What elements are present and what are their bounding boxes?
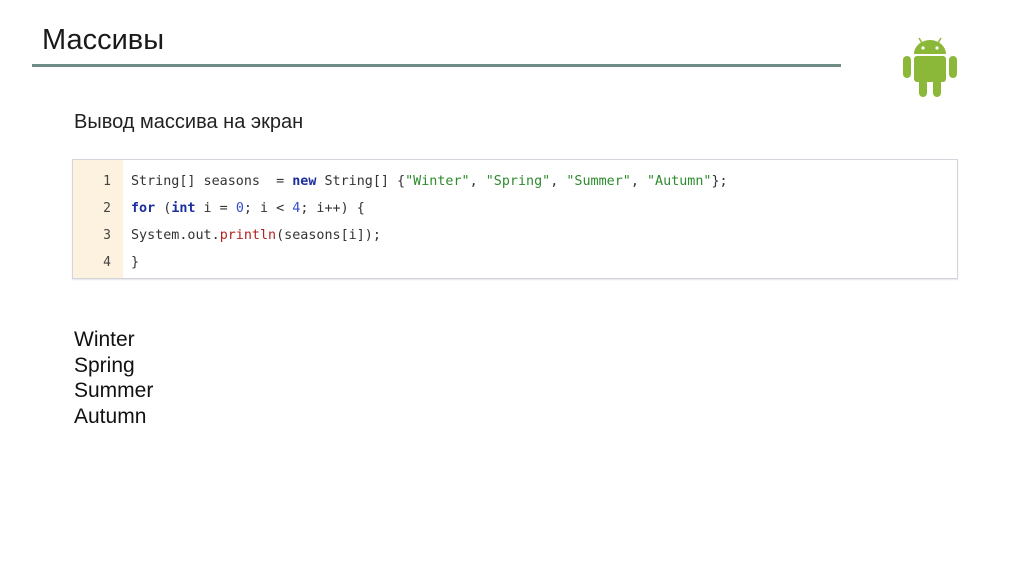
code-token: "Spring" bbox=[485, 174, 551, 189]
android-logo-icon bbox=[903, 37, 957, 97]
title-divider bbox=[32, 64, 841, 67]
code-token: ; i < bbox=[243, 201, 293, 216]
code-line: System.out.println(seasons[i]); bbox=[131, 222, 728, 249]
program-output: Winter Spring Summer Autumn bbox=[74, 327, 153, 430]
line-number: 3 bbox=[103, 228, 111, 243]
code-token: println bbox=[219, 228, 277, 243]
code-line: for (int i = 0; i < 4; i++) { bbox=[131, 195, 728, 222]
code-block: 1 2 3 4 String[] seasons = new String[] … bbox=[72, 159, 958, 279]
code-token: "Summer" bbox=[566, 174, 631, 189]
code-token: i = bbox=[195, 201, 236, 216]
output-line: Summer bbox=[74, 379, 154, 403]
line-number: 1 bbox=[103, 174, 111, 189]
code-token: } bbox=[131, 255, 140, 270]
output-line: Autumn bbox=[74, 405, 147, 429]
code-token: "Autumn" bbox=[647, 174, 712, 189]
output-line: Spring bbox=[74, 353, 135, 377]
code-token: int bbox=[171, 201, 196, 216]
line-number-gutter: 1 2 3 4 bbox=[73, 160, 123, 278]
code-token: ; i++) { bbox=[300, 201, 365, 216]
output-line: Winter bbox=[74, 328, 135, 351]
code-lines: String[] seasons = new String[] {"Winter… bbox=[123, 160, 728, 278]
code-token: new bbox=[292, 174, 317, 189]
code-line: String[] seasons = new String[] {"Winter… bbox=[131, 168, 728, 195]
code-line: } bbox=[131, 249, 728, 276]
code-token: ( bbox=[155, 201, 172, 216]
code-token: }; bbox=[711, 174, 728, 189]
code-token: "Winter" bbox=[405, 174, 470, 189]
code-token: for bbox=[131, 201, 156, 216]
code-token: , bbox=[469, 174, 486, 189]
line-number: 2 bbox=[103, 201, 111, 216]
code-token: String[] { bbox=[316, 174, 406, 189]
code-token: , bbox=[550, 174, 567, 189]
code-token: 0 bbox=[235, 201, 244, 216]
code-token: (seasons[i]); bbox=[276, 228, 381, 243]
slide-title: Массивы bbox=[42, 24, 165, 56]
code-token: , bbox=[630, 174, 647, 189]
line-number: 4 bbox=[103, 255, 111, 270]
section-heading: Вывод массива на экран bbox=[74, 111, 304, 133]
code-token: System.out. bbox=[131, 228, 220, 243]
code-token: String[] seasons = bbox=[131, 174, 293, 189]
